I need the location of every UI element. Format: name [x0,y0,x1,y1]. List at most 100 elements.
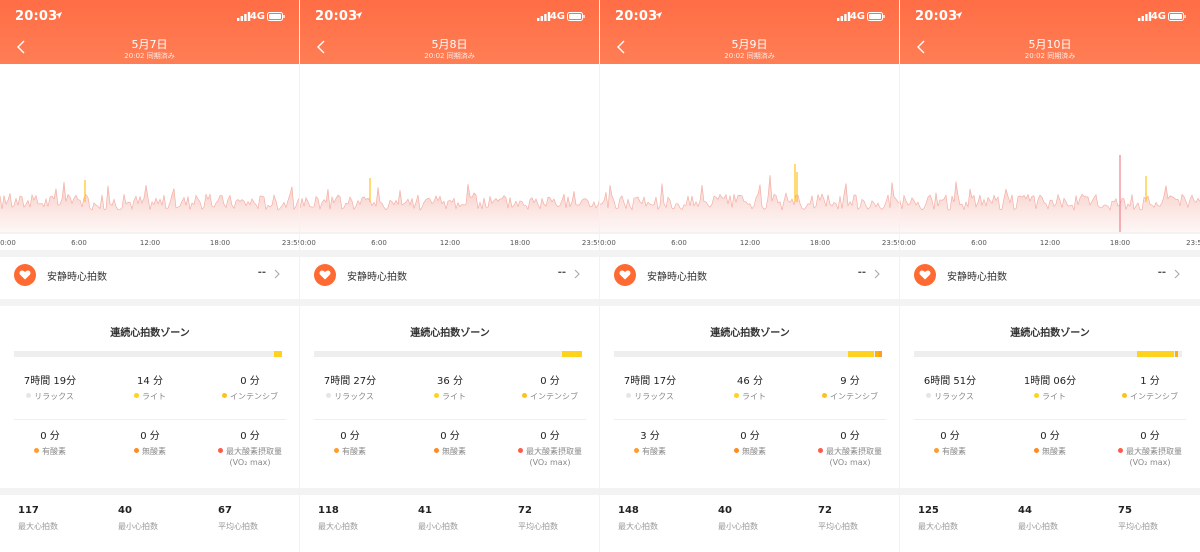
resting-heart-rate-row[interactable]: 安静時心拍数 -- [0,251,299,299]
zone-intensive-label: インテンシブ [230,392,278,401]
heart-rate-chart[interactable]: 0:00 6:00 12:00 18:00 23:5 [900,64,1200,250]
zone-intensive-value: 9 分 [840,376,860,387]
vo2-dot [518,448,523,453]
zone-aerobic-label: 有酸素 [342,447,366,456]
zone-aerobic-value: 0 分 [340,431,360,442]
chevron-right-icon [574,269,580,279]
min-heart-rate-label: 最小心拍数 [1018,522,1058,531]
intensive-dot [822,393,827,398]
resting-heart-rate-row[interactable]: 安静時心拍数 -- [300,251,599,299]
zone-anaerobic-label: 無酸素 [142,447,166,456]
stat-max: 118 最大心拍数 [318,505,358,532]
zone-anaerobic: 0 分 無酸素 [1000,430,1100,457]
zones-row-1: 7時間 19分 リラックス 14 分 ライト 0 分 インテンシブ [0,375,299,425]
zone-relax-label: リラックス [634,392,674,401]
avg-heart-rate-value: 72 [518,505,532,516]
anaerobic-dot [134,448,139,453]
stat-min: 40 最小心拍数 [118,505,158,532]
resting-heart-rate-value: -- [857,267,866,278]
stat-min: 41 最小心拍数 [418,505,458,532]
zone-intensive-value: 1 分 [1140,376,1160,387]
heart-rate-area [600,175,899,232]
zone-relax-value: 7時間 17分 [623,376,677,387]
zone-bar-light-segment [274,351,282,357]
zone-bar-light-segment [562,351,582,357]
zone-vo2max: 0 分 最大酸素摂取量 (VO₂ max) [500,430,599,468]
section-separator [0,299,299,306]
resting-heart-rate-label: 安静時心拍数 [947,272,1007,283]
zone-intensive-value: 0 分 [540,376,560,387]
stat-max: 117 最大心拍数 [18,505,58,532]
zone-relax-label: リラックス [934,392,974,401]
zone-vo2max-label: 最大酸素摂取量 [826,447,882,456]
light-dot [1034,393,1039,398]
zone-vo2max-label: 最大酸素摂取量 [526,447,582,456]
zone-relax-label: リラックス [334,392,374,401]
zone-distribution-bar [314,351,582,357]
zone-vo2max-value: 0 分 [1140,431,1160,442]
stat-max: 148 最大心拍数 [618,505,658,532]
heart-badge [614,264,636,286]
zone-light: 14 分 ライト [100,375,200,402]
chevron-right-icon [274,269,280,279]
resting-heart-rate-label: 安静時心拍数 [47,272,107,283]
resting-heart-rate-row[interactable]: 安静時心拍数 -- [600,251,899,299]
zone-vo2max-label: 最大酸素摂取量 [226,447,282,456]
avg-heart-rate-value: 67 [218,505,232,516]
zones-divider [14,419,286,420]
chevron-right-icon [1174,269,1180,279]
zone-anaerobic-label: 無酸素 [442,447,466,456]
zone-vo2max: 0 分 最大酸素摂取量 (VO₂ max) [800,430,899,468]
network-type: 4G [1150,11,1166,22]
zone-vo2max-sublabel: (VO₂ max) [829,458,871,467]
chevron-right-icon [874,269,880,279]
aerobic-dot [934,448,939,453]
battery-icon [267,12,285,21]
network-type: 4G [249,11,265,22]
relax-dot [326,393,332,398]
resting-heart-rate-label: 安静時心拍数 [347,272,407,283]
status-time: 20:03 [915,9,958,24]
sync-status: 20:02 同期済み [724,52,775,60]
x-tick-label: 18:00 [810,239,830,247]
heart-rate-chart[interactable]: 0:00 6:00 12:00 18:00 23:59 [600,64,899,250]
light-dot [434,393,439,398]
zone-vo2max-value: 0 分 [540,431,560,442]
zones-row-1: 6時間 51分 リラックス 1時間 06分 ライト 1 分 インテンシブ [900,375,1200,425]
x-tick-label: 6:00 [371,239,387,247]
x-tick-label: 6:00 [671,239,687,247]
nav-bar: 5月7日 20:02 同期済み [0,32,299,64]
heart-icon [19,270,31,280]
zone-distribution-bar [614,351,882,357]
resting-heart-rate-row[interactable]: 安静時心拍数 -- [900,251,1200,299]
location-arrow-icon [954,11,963,20]
heart-rate-chart[interactable]: 0:00 6:00 12:00 18:00 23:59 [300,64,599,250]
intensive-dot [522,393,527,398]
zone-vo2max: 0 分 最大酸素摂取量 (VO₂ max) [200,430,299,468]
avg-heart-rate-value: 75 [1118,505,1132,516]
zones-row-1: 7時間 17分 リラックス 46 分 ライト 9 分 インテンシブ [600,375,899,425]
heart-rate-day-screen-1: 20:03 4G 5月7日 20:02 同期済み 0:00 6:00 12:00 18… [0,0,300,552]
status-bar: 20:03 4G [600,0,899,32]
app-header: 20:03 4G 5月7日 20:02 同期済み [0,0,299,64]
stat-avg: 67 平均心拍数 [218,505,258,532]
location-arrow-icon [54,11,63,20]
heart-rate-day-screen-2: 20:03 4G 5月8日 20:02 同期済み 0:00 6:00 12:00 18… [300,0,600,552]
zone-light-value: 14 分 [137,376,163,387]
intensive-dot [222,393,227,398]
zone-light-value: 36 分 [437,376,463,387]
section-separator [900,488,1200,495]
zone-aerobic-label: 有酸素 [42,447,66,456]
vo2-dot [218,448,223,453]
x-tick-label: 0:00 [300,239,316,247]
avg-heart-rate-label: 平均心拍数 [1118,522,1158,531]
zone-bar-intensive-segment [1175,351,1178,357]
zone-bar-aerobic-segment [879,351,882,357]
zone-intensive: 0 分 インテンシブ [500,375,599,402]
avg-heart-rate-value: 72 [818,505,832,516]
page-date: 5月10日 [1028,38,1072,51]
zone-intensive: 1 分 インテンシブ [1100,375,1200,402]
zones-title: 連続心拍数ゾーン [1010,328,1090,339]
heart-badge [314,264,336,286]
heart-rate-chart[interactable]: 0:00 6:00 12:00 18:00 23:59 [0,64,299,250]
